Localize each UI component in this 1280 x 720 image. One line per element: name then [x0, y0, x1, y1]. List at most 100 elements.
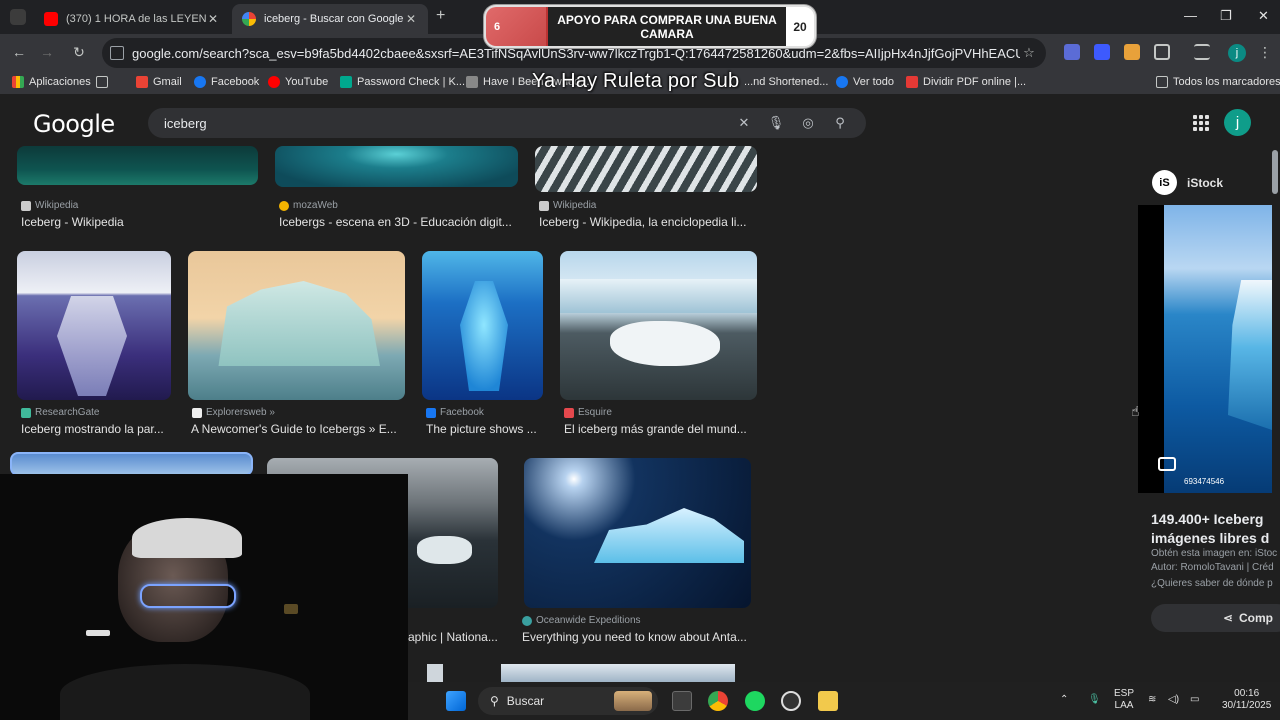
- battery-icon[interactable]: ▭: [1190, 694, 1199, 706]
- tab-google-search[interactable]: iceberg - Buscar con Google ✕: [232, 4, 428, 34]
- wikipedia-icon: [539, 200, 549, 211]
- search-input[interactable]: [164, 115, 728, 131]
- result-source[interactable]: ResearchGate: [21, 407, 99, 418]
- hand-cursor-icon: ☝: [1131, 403, 1140, 419]
- panel-title[interactable]: 149.400+ Iceberg imágenes libres d: [1151, 510, 1269, 548]
- bookmark-apps[interactable]: Aplicaciones: [12, 76, 91, 88]
- language-indicator[interactable]: ESP LAA: [1114, 688, 1134, 712]
- source-label: Wikipedia: [553, 200, 597, 211]
- image-result[interactable]: [188, 251, 405, 400]
- lens-icon[interactable]: [1158, 457, 1176, 471]
- image-result[interactable]: [17, 146, 258, 185]
- source-label: Esquire: [578, 407, 612, 418]
- result-caption[interactable]: The picture shows ...: [426, 422, 544, 436]
- bookmark-grid[interactable]: [96, 76, 113, 88]
- extension-icon[interactable]: [1064, 44, 1080, 60]
- extension-icon[interactable]: [1094, 44, 1110, 60]
- google-apps-icon[interactable]: [1193, 115, 1209, 131]
- forward-button[interactable]: →: [38, 44, 56, 60]
- result-source[interactable]: Wikipedia: [539, 200, 596, 211]
- lens-icon[interactable]: ◎: [792, 115, 824, 131]
- result-source[interactable]: Oceanwide Expeditions: [522, 615, 641, 626]
- minimize-button[interactable]: —: [1184, 8, 1197, 23]
- clock[interactable]: 00:16 30/11/2025: [1222, 688, 1271, 712]
- bookmark-all-folder[interactable]: Todos los marcadores: [1156, 76, 1280, 88]
- bookmark-pdf[interactable]: Dividir PDF online |...: [906, 76, 1026, 88]
- panel-meta: ¿Quieres saber de dónde p: [1151, 578, 1273, 589]
- result-caption[interactable]: Iceberg - Wikipedia, la enciclopedia li.…: [539, 215, 757, 229]
- result-caption[interactable]: Everything you need to know about Anta..…: [522, 630, 754, 644]
- bookmark-gmail[interactable]: Gmail: [136, 76, 182, 88]
- windows-start-icon[interactable]: [446, 691, 466, 711]
- account-avatar[interactable]: j: [1224, 109, 1251, 136]
- result-caption[interactable]: A Newcomer's Guide to Icebergs » E...: [191, 422, 405, 436]
- bookmark-ver-todo[interactable]: Ver todo: [836, 76, 894, 88]
- maximize-button[interactable]: ❐: [1220, 8, 1232, 24]
- close-icon[interactable]: ✕: [404, 12, 418, 26]
- close-window-button[interactable]: ✕: [1258, 8, 1269, 24]
- share-button[interactable]: ⋖ Comp: [1151, 604, 1280, 632]
- volume-icon[interactable]: ◁): [1168, 694, 1179, 706]
- back-button[interactable]: ←: [10, 44, 28, 60]
- image-result[interactable]: [535, 146, 757, 192]
- image-result[interactable]: [524, 458, 751, 608]
- bookmark-youtube[interactable]: YouTube: [268, 76, 328, 88]
- tab-search-icon[interactable]: [10, 9, 26, 25]
- result-source[interactable]: Wikipedia: [21, 200, 78, 211]
- result-caption[interactable]: aphic | Nationa...: [408, 630, 498, 644]
- chrome-menu-icon[interactable]: ⋮: [1256, 44, 1274, 61]
- bookmark-facebook[interactable]: Facebook: [194, 76, 259, 88]
- panel-preview-image[interactable]: 693474546: [1138, 205, 1272, 493]
- bookmark-label: Aplicaciones: [29, 76, 91, 88]
- bookmark-shortened[interactable]: ...nd Shortened...: [744, 76, 828, 88]
- folder-icon: [1156, 76, 1168, 88]
- media-control-icon[interactable]: [1194, 44, 1210, 60]
- extensions-puzzle-icon[interactable]: [1154, 44, 1170, 60]
- result-caption[interactable]: Iceberg mostrando la par...: [21, 422, 171, 436]
- new-tab-button[interactable]: +: [436, 7, 445, 25]
- result-caption[interactable]: El iceberg más grande del mund...: [564, 422, 757, 436]
- result-caption[interactable]: Icebergs - escena en 3D - Educación digi…: [279, 215, 519, 229]
- image-result[interactable]: [17, 251, 171, 400]
- tab-youtube[interactable]: (370) 1 HORA de las LEYENDAS ✕: [34, 4, 230, 34]
- panel-source[interactable]: iS iStock: [1152, 170, 1223, 195]
- image-result[interactable]: [560, 251, 757, 400]
- obs-icon[interactable]: [781, 691, 801, 711]
- result-source[interactable]: Explorersweb »: [192, 407, 275, 418]
- taskbar-search[interactable]: ⚲ Buscar: [478, 687, 658, 715]
- file-explorer-icon[interactable]: [818, 691, 838, 711]
- spotify-icon[interactable]: [745, 691, 765, 711]
- site-info-icon[interactable]: [110, 46, 124, 60]
- bookmark-star-icon[interactable]: ☆: [1020, 45, 1038, 61]
- tab-title: (370) 1 HORA de las LEYENDAS: [66, 13, 206, 25]
- profile-avatar[interactable]: j: [1228, 44, 1246, 62]
- search-icon[interactable]: ⚲: [824, 115, 856, 131]
- extension-icon[interactable]: [1124, 44, 1140, 60]
- image-result-selected[interactable]: [10, 452, 253, 476]
- result-source[interactable]: Esquire: [564, 407, 612, 418]
- microphone-icon[interactable]: 🎙: [760, 115, 792, 131]
- result-caption[interactable]: Iceberg - Wikipedia: [21, 215, 251, 229]
- wifi-icon[interactable]: ≋: [1148, 694, 1156, 706]
- bookmark-password-check[interactable]: Password Check | K...: [340, 76, 465, 88]
- image-result[interactable]: [501, 664, 735, 682]
- search-box[interactable]: ✕ 🎙 ◎ ⚲: [148, 108, 866, 138]
- google-logo[interactable]: Google: [33, 110, 115, 138]
- reload-button[interactable]: ↻: [70, 44, 88, 61]
- windows-taskbar: ⚲ Buscar ⌃ 🎙 ESP LAA ≋ ◁) ▭ 00:16 30/11/…: [408, 682, 1280, 720]
- result-source[interactable]: Facebook: [426, 407, 484, 418]
- microphone-icon[interactable]: 🎙: [1088, 694, 1101, 706]
- image-result[interactable]: [427, 664, 443, 682]
- image-result[interactable]: [422, 251, 543, 400]
- webcam-overlay: [0, 474, 408, 720]
- chrome-icon[interactable]: [708, 691, 728, 711]
- close-icon[interactable]: ✕: [206, 12, 220, 26]
- clear-icon[interactable]: ✕: [728, 115, 760, 131]
- facebook-icon: [426, 407, 436, 418]
- task-view-icon[interactable]: [672, 691, 692, 711]
- chevron-up-icon[interactable]: ⌃: [1060, 694, 1068, 706]
- facebook-icon: [194, 76, 206, 88]
- result-source[interactable]: mozaWeb: [279, 200, 338, 211]
- image-result[interactable]: [275, 146, 518, 187]
- page-scrollbar[interactable]: [1272, 150, 1278, 194]
